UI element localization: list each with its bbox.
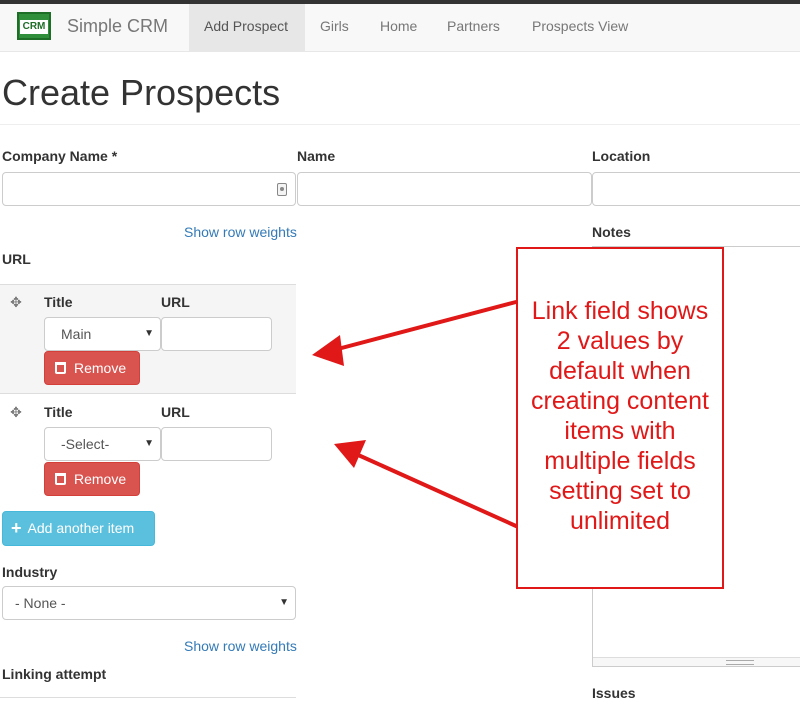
annotation-line: Link field shows — [531, 297, 709, 325]
annotation-line: unlimited — [569, 507, 671, 535]
annotation-line: setting set to — [549, 477, 691, 505]
annotation-callout: Link field shows 2 values by default whe… — [516, 247, 724, 589]
annotation-line: 2 values by — [556, 327, 684, 355]
arrow-head-lower — [334, 440, 366, 468]
arrow-head-upper — [312, 335, 344, 366]
annotation-line: creating content — [531, 387, 709, 415]
annotation-line: items with — [564, 417, 676, 445]
arrow-line-upper — [332, 300, 518, 352]
annotation-line: default when — [549, 357, 691, 385]
annotation-line: multiple fields — [544, 447, 696, 475]
arrow-line-lower — [354, 452, 518, 528]
